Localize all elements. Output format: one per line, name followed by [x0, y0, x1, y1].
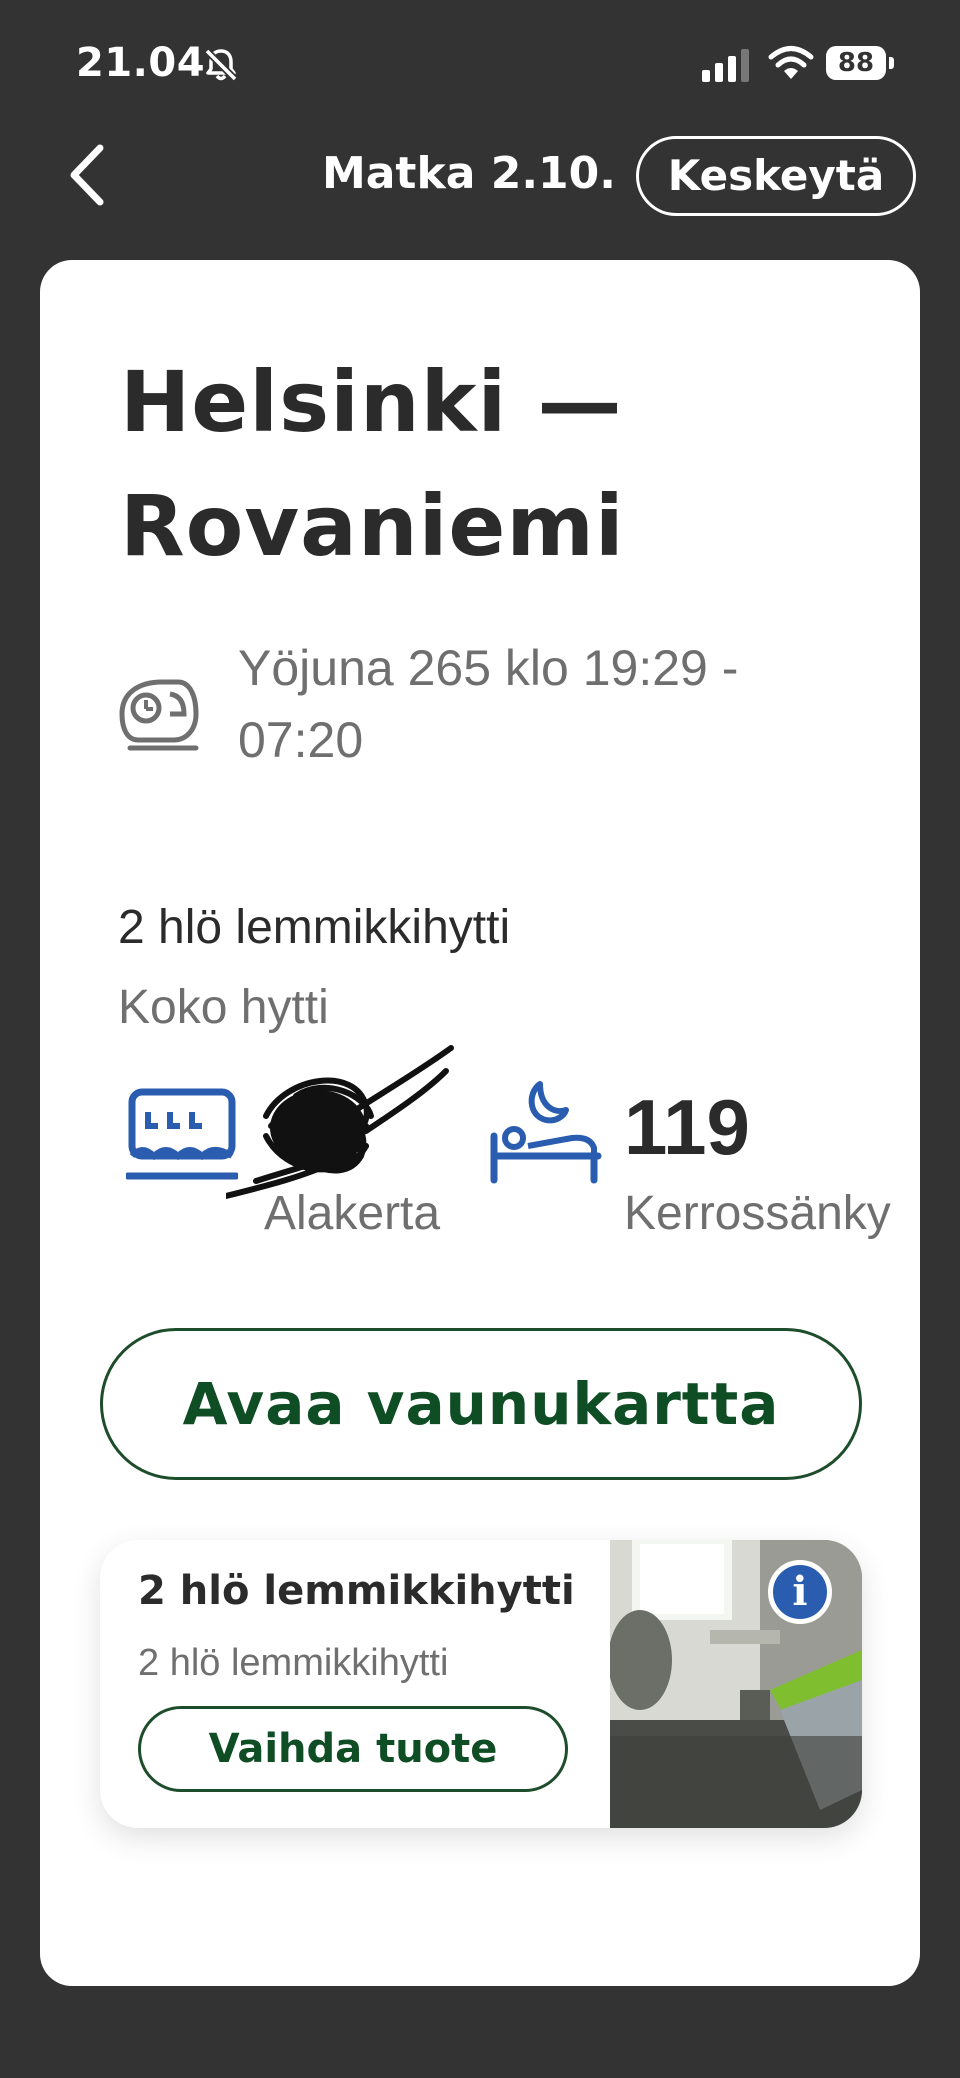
train-icon: [119, 679, 199, 751]
header: Matka 2.10. Keskeytä: [0, 120, 960, 230]
signal-icon: [702, 49, 749, 82]
open-car-map-button[interactable]: Avaa vaunukartta: [100, 1328, 862, 1480]
route-from: Helsinki —: [120, 353, 623, 451]
car-label: Alakerta: [264, 1187, 441, 1240]
bed-number: 119: [624, 1083, 750, 1171]
info-icon[interactable]: i: [768, 1560, 832, 1624]
bed-type: Kerrossänky: [624, 1187, 891, 1240]
wifi-icon: [768, 46, 814, 79]
battery-level: 88: [837, 48, 875, 78]
train-car-icon: [126, 1088, 238, 1180]
battery-icon: 88: [826, 46, 894, 80]
route-title: Helsinki — Rovaniemi: [120, 340, 840, 588]
trip-card: Helsinki — Rovaniemi Yöjuna 265 klo 19:2…: [40, 260, 920, 1986]
bell-muted-icon: [204, 48, 238, 82]
product-subtitle: 2 hlö lemmikkihytti: [138, 1642, 449, 1684]
cabin-title: 2 hlö lemmikkihytti: [118, 901, 511, 954]
product-card: 2 hlö lemmikkihytti 2 hlö lemmikkihytti …: [100, 1540, 862, 1828]
route-to: Rovaniemi: [120, 477, 625, 575]
status-time: 21.04: [76, 40, 206, 86]
chevron-left-icon[interactable]: [60, 140, 120, 210]
cabin-subtitle: Koko hytti: [118, 981, 329, 1034]
status-bar: 21.04 88: [0, 0, 960, 120]
train-info: Yöjuna 265 klo 19:29 - 07:20: [238, 632, 838, 776]
train-info-line2: 07:20: [238, 712, 364, 768]
product-title: 2 hlö lemmikkihytti: [138, 1568, 575, 1614]
bed-night-icon: [490, 1081, 602, 1184]
train-info-line1: Yöjuna 265 klo 19:29 -: [238, 640, 739, 696]
page-title: Matka 2.10.: [321, 148, 616, 199]
change-product-button[interactable]: Vaihda tuote: [138, 1706, 568, 1792]
cancel-trip-button[interactable]: Keskeytä: [636, 136, 916, 216]
